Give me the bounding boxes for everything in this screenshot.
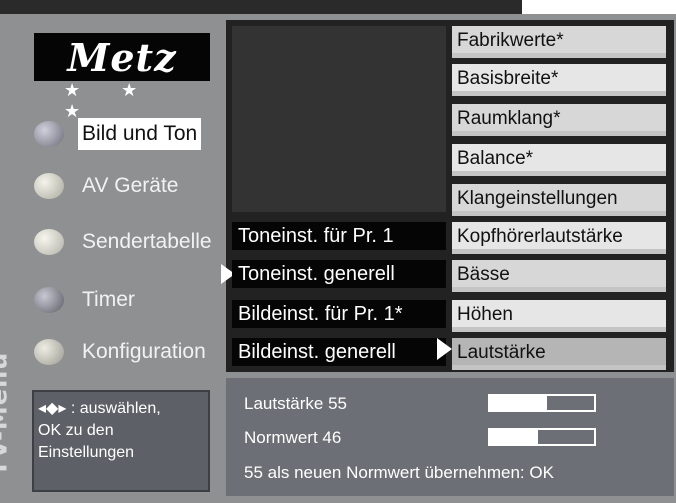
- option-raumklang[interactable]: Raumklang*: [452, 104, 666, 136]
- nav-label: AV Geräte: [82, 174, 179, 197]
- brand-name: Metz: [67, 35, 177, 80]
- nav-bullet-icon: [34, 173, 64, 199]
- nav-label: Timer: [82, 288, 135, 311]
- option-basisbreite[interactable]: Basisbreite*: [452, 64, 666, 96]
- help-line-ok: OK zu den: [38, 422, 114, 439]
- tv-menu-screen: Metz ★ ★ ★ Bild und Ton AV Geräte Sender…: [0, 0, 676, 503]
- option-lautstaerke[interactable]: Lautstärke: [452, 338, 666, 370]
- nav-label: Sendertabelle: [82, 230, 212, 253]
- volume-bar[interactable]: [488, 394, 596, 412]
- nav-label: Bild und Ton: [78, 118, 202, 150]
- norm-bar-fill: [490, 430, 538, 444]
- top-strip-dark: [0, 0, 522, 14]
- volume-bar-fill: [490, 396, 548, 410]
- option-baesse[interactable]: Bässe: [452, 260, 666, 292]
- menu-title: TV-Menü: [0, 340, 28, 500]
- submenu-item-bildeinst-generell[interactable]: Bildeinst. generell: [232, 338, 446, 366]
- help-line-select: ◂◆▸ : auswählen,: [38, 398, 204, 420]
- nav-bullet-icon: [34, 339, 64, 365]
- arrow-keys-icon: ◂◆▸: [38, 400, 67, 417]
- submenu-item-toneinst-pr1[interactable]: Toneinst. für Pr. 1: [232, 222, 446, 250]
- option-klangeinstellungen[interactable]: Klangeinstellungen: [452, 184, 666, 216]
- metz-logo: Metz: [34, 33, 210, 81]
- option-hoehen[interactable]: Höhen: [452, 300, 666, 332]
- option-fabrikwerte[interactable]: Fabrikwerte*: [452, 26, 666, 58]
- top-strip-light: [522, 0, 676, 14]
- logo-stars: ★ ★ ★: [64, 80, 156, 121]
- submenu-item-bildeinst-pr1[interactable]: Bildeinst. für Pr. 1*: [232, 300, 446, 328]
- submenu-item-toneinst-generell[interactable]: Toneinst. generell: [232, 260, 446, 288]
- nav-bullet-icon: [34, 287, 64, 313]
- volume-label: Lautstärke 55: [244, 394, 348, 413]
- menu-title-text: TV-Menü: [0, 351, 13, 477]
- norm-bar: [488, 428, 596, 446]
- option-pointer-icon: [437, 338, 452, 360]
- nav-bullet-icon: [34, 229, 64, 255]
- option-balance[interactable]: Balance*: [452, 144, 666, 176]
- nav-bullet-icon: [34, 121, 64, 147]
- picture-preview: [232, 26, 446, 212]
- norm-label: Normwert 46: [244, 428, 342, 447]
- help-box: ◂◆▸ : auswählen, OK zu den Einstellungen: [32, 390, 210, 492]
- option-kopfhoererlautstaerke[interactable]: Kopfhörerlautstärke: [452, 222, 666, 254]
- help-text-select: : auswählen,: [70, 400, 161, 417]
- confirm-text: 55 als neuen Normwert übernehmen: OK: [244, 463, 554, 482]
- nav-label: Konfiguration: [82, 340, 206, 363]
- help-line-settings: Einstellungen: [38, 444, 135, 461]
